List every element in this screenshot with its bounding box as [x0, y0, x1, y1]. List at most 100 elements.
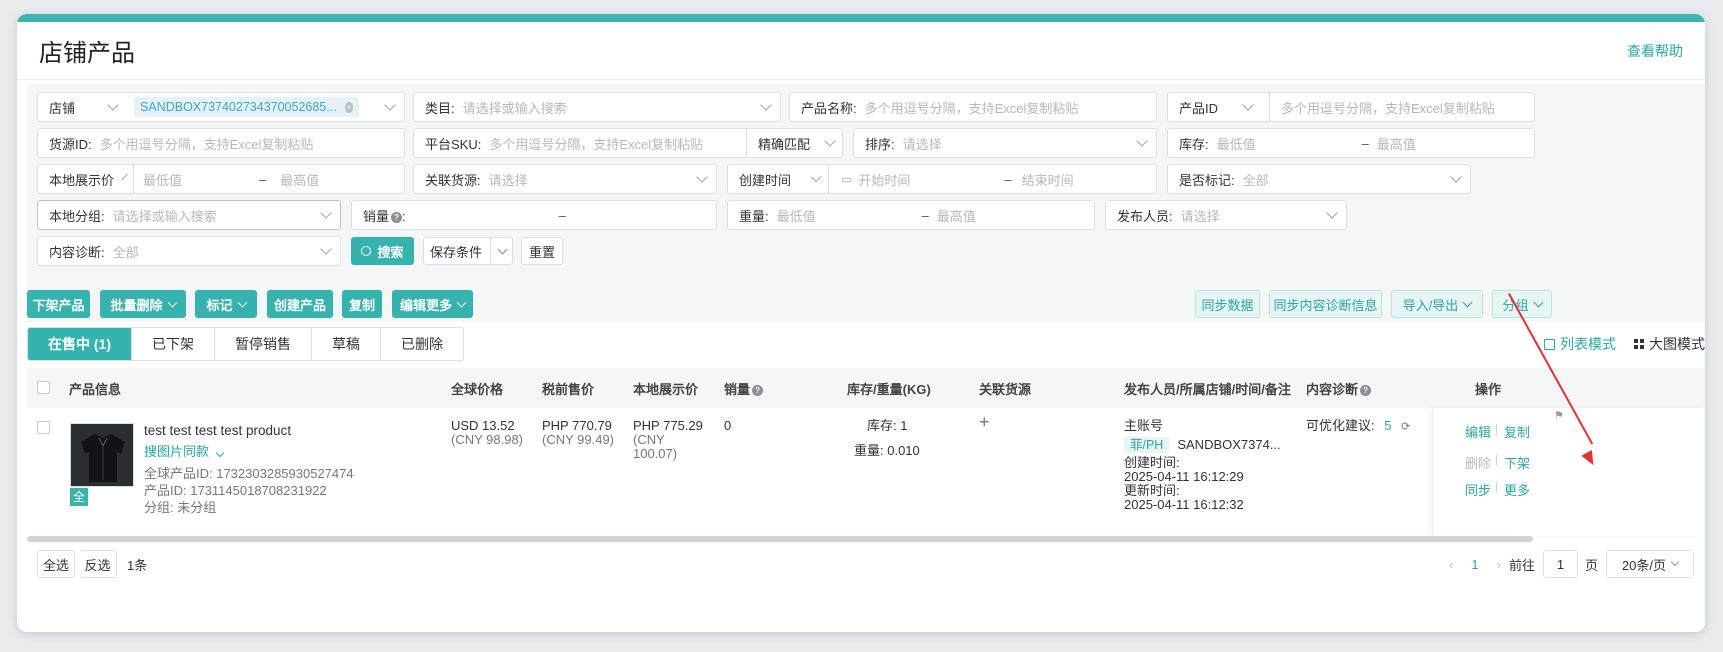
source-id-filter[interactable]: 货源ID: 多个用逗号分隔，支持Excel复制粘贴	[37, 128, 405, 158]
local-price-min-input[interactable]: 最低值	[134, 170, 259, 189]
batch-delete-button[interactable]: 批量删除	[100, 290, 186, 318]
category-label: 类目:	[425, 100, 455, 116]
refresh-icon[interactable]: ⟳	[1401, 421, 1410, 433]
goto-label: 前往	[1508, 557, 1535, 573]
flag-icon[interactable]: ⚑	[1554, 409, 1564, 422]
col-sales-label: 销量	[724, 381, 751, 397]
product-thumbnail[interactable]	[70, 423, 134, 487]
product-name-filter[interactable]: 产品名称: 多个用逗号分隔，支持Excel复制粘贴	[789, 92, 1157, 122]
sync-content-diagnosis-button[interactable]: 同步内容诊断信息	[1269, 290, 1382, 318]
store-filter[interactable]: 店铺 SANDBOX737402734370052685... ×	[37, 92, 405, 122]
created-time-filter[interactable]: 创建时间 ▭ 开始时间 – 结束时间	[727, 164, 1157, 194]
help-icon[interactable]: ?	[1360, 384, 1372, 396]
start-time-input[interactable]: 开始时间	[858, 170, 1004, 189]
stock-filter[interactable]: 库存: 最低值 – 最高值	[1167, 128, 1535, 158]
product-group: 分组: 未分组	[144, 500, 217, 515]
main-card: 店铺产品 查看帮助 店铺 SANDBOX737402734370052685..…	[17, 14, 1705, 632]
category-placeholder: 请选择或输入搜索	[462, 100, 567, 116]
tab-delisted[interactable]: 已下架	[132, 328, 215, 360]
delist-products-button[interactable]: 下架产品	[27, 290, 90, 318]
sort-filter[interactable]: 排序: 请选择	[853, 128, 1157, 158]
tab-deleted[interactable]: 已删除	[381, 328, 463, 360]
product-id-filter[interactable]: 产品ID 多个用逗号分隔，支持Excel复制粘贴	[1167, 92, 1535, 122]
reset-button[interactable]: 重置	[521, 237, 563, 265]
stock-min-input[interactable]: 最低值	[1217, 134, 1362, 153]
import-export-button[interactable]: 导入/导出	[1391, 290, 1483, 318]
tab-draft[interactable]: 草稿	[312, 328, 381, 360]
help-link[interactable]: 查看帮助	[1627, 41, 1683, 61]
mark-button[interactable]: 标记	[195, 290, 257, 318]
table-row: 全 test test test test product 搜图片同款 全球产品…	[27, 408, 1705, 536]
save-conditions-label: 保存条件	[429, 244, 482, 260]
edit-more-button[interactable]: 编辑更多	[392, 290, 473, 318]
table-footer: 全选 反选 1条 ‹ 1 › 前往 1 页 20条/页	[27, 544, 1705, 584]
store-chip[interactable]: SANDBOX737402734370052685... ×	[134, 97, 359, 117]
copy-link[interactable]: 复制	[1504, 422, 1530, 441]
row-checkbox[interactable]	[37, 421, 50, 434]
horizontal-scrollbar[interactable]	[27, 536, 1533, 542]
clear-icon[interactable]: ×	[344, 101, 353, 113]
grid-mode-toggle[interactable]: 大图模式	[1634, 334, 1705, 354]
sync-data-button[interactable]: 同步数据	[1195, 290, 1260, 318]
publisher-placeholder: 请选择	[1180, 208, 1220, 224]
save-conditions-button[interactable]: 保存条件	[423, 237, 513, 265]
invert-selection-button[interactable]: 反选	[79, 550, 117, 578]
diagnosis-filter[interactable]: 内容诊断: 全部	[37, 236, 341, 266]
weight-label: 重量:	[739, 208, 769, 224]
group-button[interactable]: 分组	[1492, 290, 1552, 318]
help-icon[interactable]: ?	[752, 384, 764, 396]
delist-link[interactable]: 下架	[1504, 453, 1530, 472]
tab-paused[interactable]: 暂停销售	[215, 328, 312, 360]
chevron-down-icon	[1462, 297, 1473, 307]
help-icon[interactable]: ?	[391, 211, 403, 223]
category-filter[interactable]: 类目: 请选择或输入搜索	[413, 92, 781, 122]
more-link[interactable]: 更多	[1504, 480, 1530, 499]
next-page-icon[interactable]: ›	[1497, 557, 1501, 572]
local-group-filter[interactable]: 本地分组: 请选择或输入搜索	[37, 200, 341, 230]
select-all-button[interactable]: 全选	[37, 550, 75, 578]
product-name[interactable]: test test test test product	[144, 423, 291, 439]
platform-sku-placeholder: 多个用逗号分隔，支持Excel复制粘贴	[489, 136, 704, 152]
stock-max-input[interactable]: 最高值	[1377, 134, 1416, 153]
pretax-price-cny: (CNY 99.49)	[542, 432, 615, 447]
weight-filter[interactable]: 重量: 最低值 – 最高值	[727, 200, 1095, 230]
linked-source-filter[interactable]: 关联货源: 请选择	[413, 164, 717, 194]
diagnosis-count[interactable]: 5	[1384, 418, 1391, 433]
store-info: 菲/PH SANDBOX7374...	[1124, 437, 1281, 453]
image-search-link[interactable]: 搜图片同款	[144, 444, 224, 460]
create-product-button[interactable]: 创建产品	[267, 290, 333, 318]
weight-value: 重量: 0.010	[854, 443, 920, 458]
chevron-down-icon	[696, 171, 708, 183]
copy-button[interactable]: 复制	[342, 290, 382, 318]
local-price-max-input[interactable]: 最高值	[280, 170, 319, 189]
search-button[interactable]: 搜索	[351, 237, 414, 265]
col-stock-weight: 库存/重量(KG)	[847, 381, 931, 397]
weight-min-input[interactable]: 最低值	[777, 206, 922, 225]
col-linked-source: 关联货源	[979, 381, 1032, 397]
search-button-label: 搜索	[377, 244, 404, 260]
page-size-select[interactable]: 20条/页	[1606, 550, 1694, 578]
prev-page-icon[interactable]: ‹	[1449, 557, 1453, 572]
sync-link[interactable]: 同步	[1465, 480, 1491, 499]
platform-sku-filter[interactable]: 平台SKU: 多个用逗号分隔，支持Excel复制粘贴 精确匹配	[413, 128, 843, 158]
select-all-checkbox[interactable]	[37, 381, 50, 394]
list-mode-toggle[interactable]: 列表模式	[1544, 334, 1616, 354]
status-tabs: 在售中 (1) 已下架 暂停销售 草稿 已删除	[27, 327, 464, 361]
total-count: 1条	[127, 557, 148, 573]
weight-max-input[interactable]: 最高值	[937, 206, 976, 225]
local-price-filter[interactable]: 本地展示价 最低值 – 最高值	[37, 164, 405, 194]
delete-link[interactable]: 删除	[1465, 453, 1491, 472]
sales-filter[interactable]: 销量?: –	[351, 200, 717, 230]
add-linked-source-icon[interactable]: +	[979, 413, 990, 431]
current-page[interactable]: 1	[1471, 557, 1478, 572]
diagnosis-value: 全部	[112, 244, 139, 260]
goto-page-input[interactable]: 1	[1542, 550, 1578, 578]
product-id: 产品ID: 1731145018708231922	[144, 483, 327, 498]
match-mode-select[interactable]: 精确匹配	[747, 134, 842, 153]
edit-link[interactable]: 编辑	[1465, 422, 1491, 441]
grid-icon	[1634, 339, 1644, 349]
marked-filter[interactable]: 是否标记: 全部	[1167, 164, 1471, 194]
tab-on-sale[interactable]: 在售中 (1)	[28, 328, 132, 360]
end-time-input[interactable]: 结束时间	[1022, 170, 1074, 189]
publisher-filter[interactable]: 发布人员: 请选择	[1105, 200, 1347, 230]
